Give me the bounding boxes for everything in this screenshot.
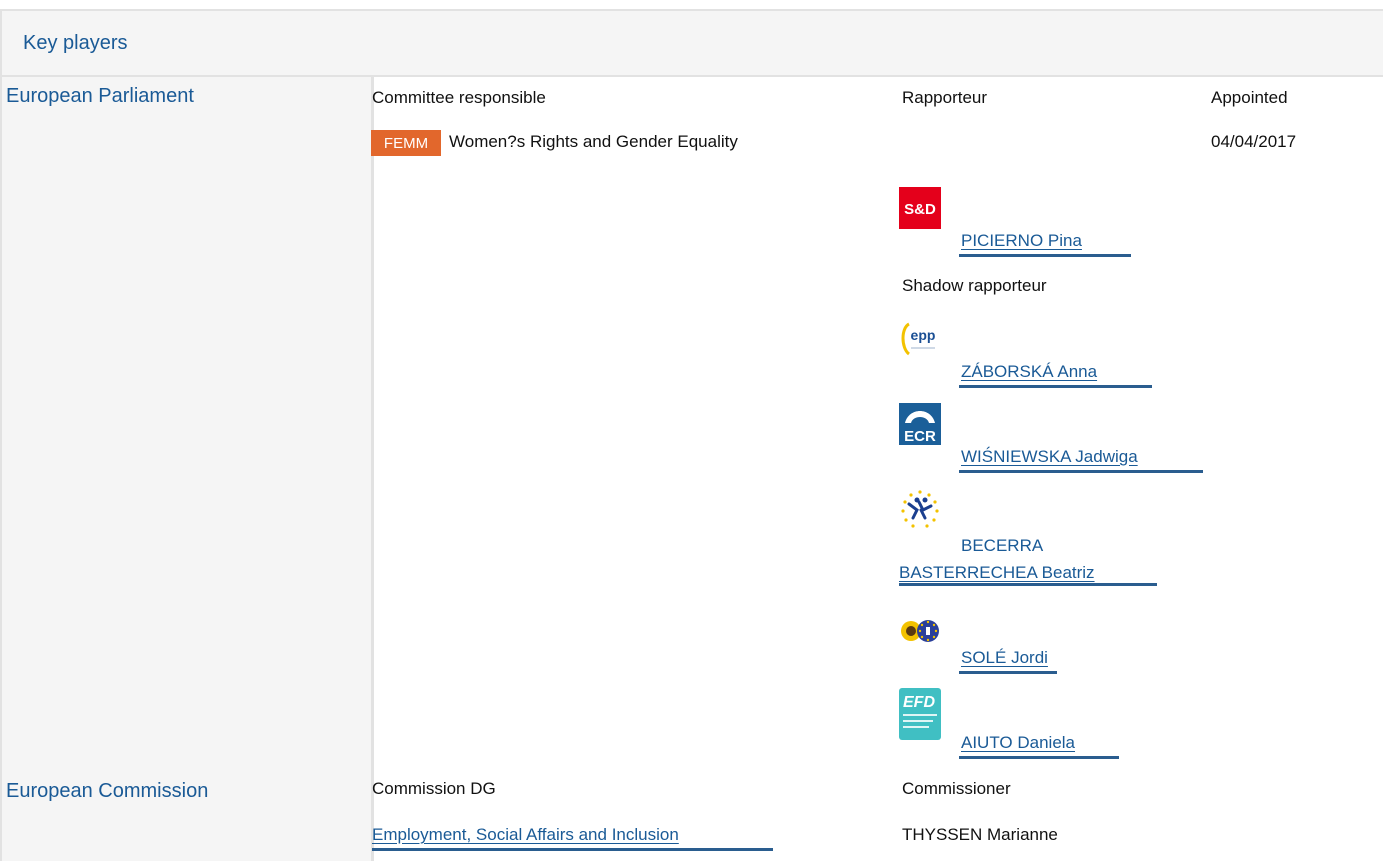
efd-logo-text: EFD (903, 694, 935, 711)
shadow-link-aiuto-daniela[interactable]: AIUTO Daniela (961, 733, 1075, 753)
shadow-name-line2: BASTERRECHEA Beatriz (899, 563, 1095, 582)
header-commissioner: Commissioner (902, 779, 1011, 798)
efdd-group-logo-icon: EFD (899, 688, 941, 740)
ecr-logo-text: ECR (904, 428, 936, 445)
alde-group-logo-icon (899, 488, 941, 530)
epp-logo-text: epp (911, 327, 936, 343)
link-underline-bar (372, 848, 773, 851)
section-label-european-commission: European Commission (6, 780, 209, 802)
link-underline-bar (959, 671, 1057, 674)
link-underline-bar (899, 583, 1157, 586)
rapporteur-link-picierno-pina[interactable]: PICIERNO Pina (961, 231, 1082, 251)
left-column (0, 77, 371, 861)
panel-title: Key players (23, 32, 128, 54)
link-underline-bar (959, 470, 1203, 473)
shadow-rapporteur-label: Shadow rapporteur (902, 276, 1047, 295)
sd-logo-text: S&D (904, 201, 936, 218)
committee-badge-femm: FEMM (371, 130, 441, 156)
header-commission-dg: Commission DG (372, 779, 496, 798)
shadow-link-becerra-basterrechea-beatriz[interactable]: BECERRA BASTERRECHEA Beatriz (899, 532, 1159, 586)
shadow-link-sole-jordi[interactable]: SOLÉ Jordi (961, 648, 1048, 668)
appointed-date: 04/04/2017 (1211, 132, 1297, 151)
commission-dg-link[interactable]: Employment, Social Affairs and Inclusion (372, 825, 679, 845)
ecr-group-logo-icon: ECR (899, 403, 941, 445)
sd-group-logo-icon: S&D (899, 187, 941, 229)
header-committee-responsible: Committee responsible (372, 88, 546, 107)
link-underline-bar (959, 385, 1152, 388)
shadow-link-zaborska-anna[interactable]: ZÁBORSKÁ Anna (961, 362, 1097, 382)
shadow-name-line1: BECERRA (961, 536, 1044, 555)
greens-efa-group-logo-icon (901, 620, 939, 642)
section-label-european-parliament: European Parliament (6, 85, 194, 107)
committee-name: Women?s Rights and Gender Equality (449, 132, 738, 151)
column-divider (371, 77, 374, 861)
link-underline-bar (959, 756, 1119, 759)
epp-group-logo-icon: epp (899, 318, 941, 360)
commissioner-name: THYSSEN Marianne (902, 825, 1058, 844)
header-appointed: Appointed (1211, 88, 1288, 107)
shadow-link-wisniewska-jadwiga[interactable]: WIŚNIEWSKA Jadwiga (961, 447, 1138, 467)
header-rapporteur: Rapporteur (902, 88, 988, 107)
key-players-header: Key players (0, 9, 1383, 77)
link-underline-bar (959, 254, 1131, 257)
